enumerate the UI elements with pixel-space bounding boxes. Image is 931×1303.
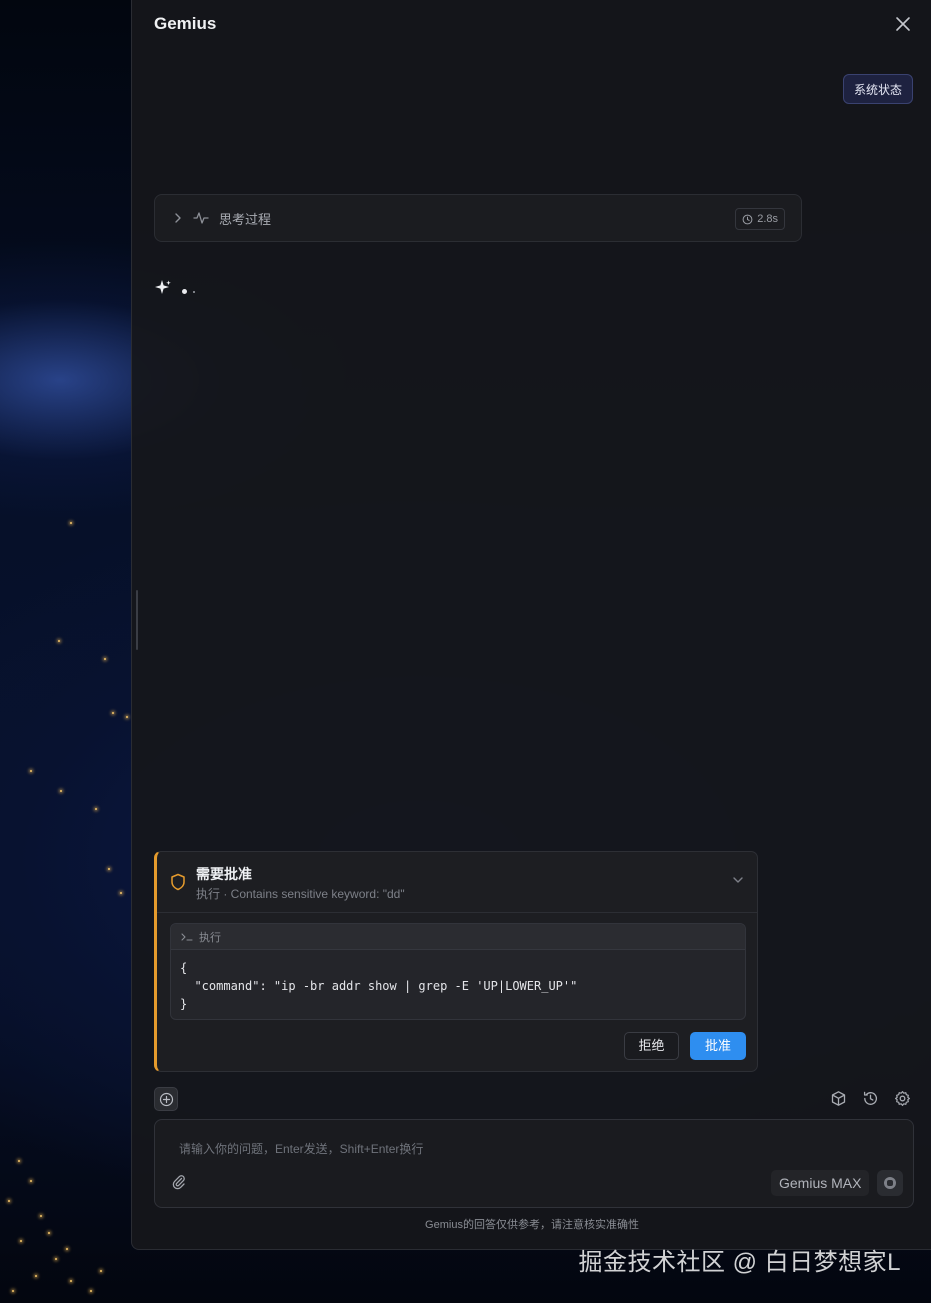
approve-button[interactable]: 批准 (690, 1032, 746, 1060)
settings-button[interactable] (894, 1090, 911, 1107)
message-composer: Gemius MAX (154, 1119, 914, 1208)
clock-icon (742, 214, 753, 224)
city-light (48, 1232, 50, 1234)
plus-circle-icon (159, 1092, 173, 1106)
paperclip-icon[interactable] (171, 1174, 187, 1190)
approval-subtitle: 执行 · Contains sensitive keyword: "dd" (196, 887, 405, 901)
panel-title: Gemius (154, 14, 217, 33)
city-light (18, 1160, 20, 1162)
thinking-process-toggle[interactable]: 思考过程 2.8s (154, 194, 802, 242)
cube-button[interactable] (830, 1090, 847, 1107)
city-light (35, 1275, 37, 1277)
reject-button[interactable]: 拒绝 (624, 1032, 679, 1060)
shield-icon (171, 873, 185, 891)
city-light (95, 808, 97, 810)
chat-panel: Gemius 系统状态 思考过程 2.8s 需要批准 执行 · Contains… (131, 0, 931, 1250)
terminal-icon (181, 932, 193, 941)
gear-icon (895, 1091, 910, 1106)
city-light (108, 868, 110, 870)
city-light (8, 1200, 10, 1202)
sparkle-icon (155, 280, 171, 294)
history-icon (863, 1091, 878, 1105)
typing-indicator-dot (193, 291, 195, 293)
city-light (100, 1270, 102, 1272)
city-light (112, 712, 114, 714)
typing-indicator-dot (182, 289, 187, 294)
thinking-duration-badge: 2.8s (735, 208, 785, 230)
city-light (90, 1290, 92, 1292)
thinking-label: 思考过程 (219, 211, 272, 227)
new-chat-button[interactable] (154, 1087, 178, 1111)
message-input[interactable] (177, 1138, 741, 1164)
city-light (126, 716, 128, 718)
city-light (30, 770, 32, 772)
disclaimer-text: Gemius的回答仅供参考，请注意核实准确性 (425, 1219, 639, 1231)
activity-icon (193, 212, 209, 224)
city-light (12, 1290, 14, 1292)
stop-button[interactable] (877, 1170, 903, 1196)
cube-icon (831, 1091, 846, 1106)
approval-title: 需要批准 (196, 866, 252, 882)
city-light (55, 1258, 57, 1260)
city-light (104, 658, 106, 660)
system-status-button[interactable]: 系统状态 (842, 74, 913, 104)
city-light (120, 892, 122, 894)
city-light (60, 790, 62, 792)
city-light (66, 1248, 68, 1250)
city-light (40, 1215, 42, 1217)
stop-icon (884, 1177, 896, 1189)
watermark-text: 掘金技术社区 @ 白日梦想家L (578, 1249, 901, 1276)
city-light (70, 1280, 72, 1282)
close-button[interactable] (893, 14, 913, 34)
close-icon (896, 17, 910, 31)
chevron-down-icon[interactable] (731, 873, 745, 887)
thinking-duration: 2.8s (757, 213, 778, 225)
city-light (20, 1240, 22, 1242)
city-light (58, 640, 60, 642)
resize-handle[interactable] (136, 590, 138, 650)
approval-card: 需要批准 执行 · Contains sensitive keyword: "d… (154, 851, 758, 1072)
command-json: { "command": "ip -br addr show | grep -E… (180, 961, 578, 1011)
city-light (70, 522, 72, 524)
command-code-block: 执行 { "command": "ip -br addr show | grep… (170, 923, 746, 1020)
approval-header[interactable]: 需要批准 执行 · Contains sensitive keyword: "d… (157, 852, 757, 913)
code-block-header: 执行 (171, 924, 745, 950)
model-selector[interactable]: Gemius MAX (771, 1170, 870, 1196)
code-block-title: 执行 (199, 931, 221, 944)
chevron-right-icon (175, 213, 181, 223)
history-button[interactable] (862, 1090, 879, 1107)
city-light (30, 1180, 32, 1182)
